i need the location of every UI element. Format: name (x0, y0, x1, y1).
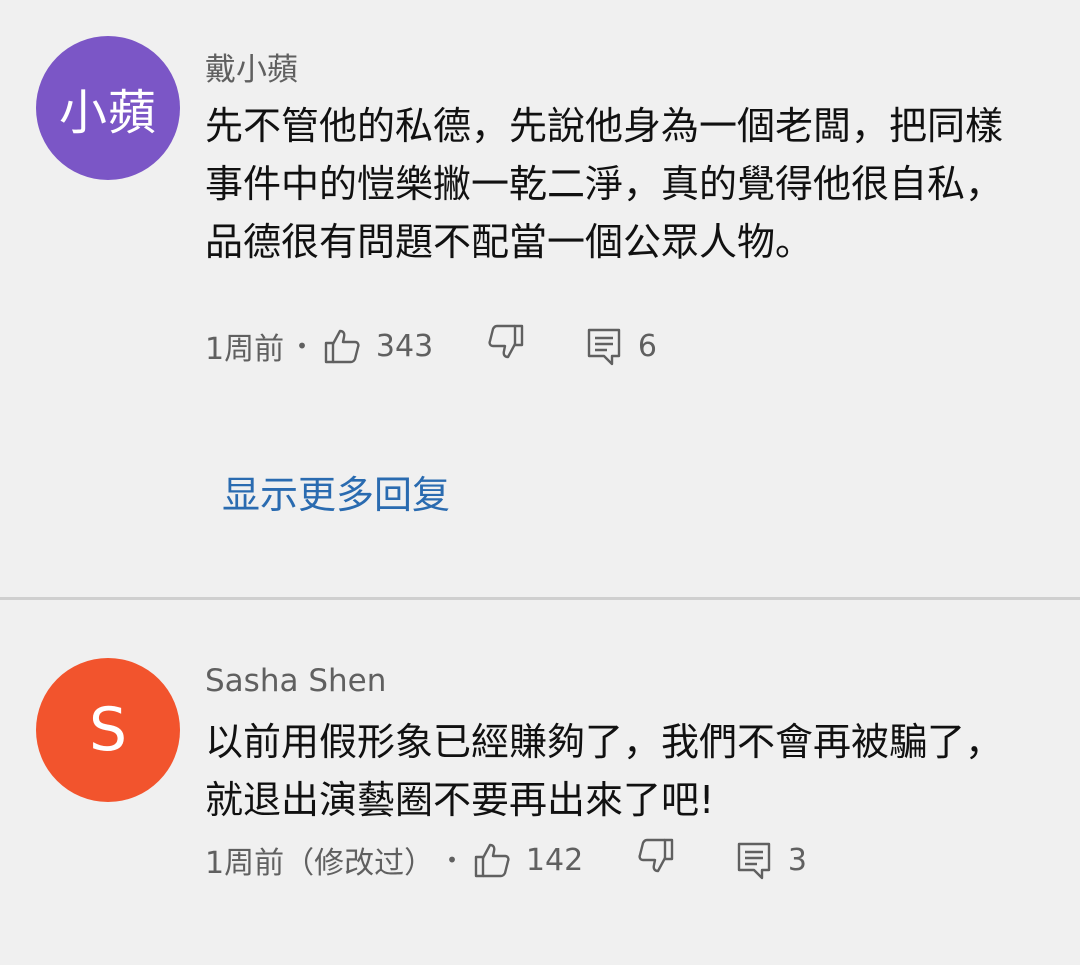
like-count: 142 (525, 842, 584, 878)
meta-separator: • (446, 848, 458, 872)
comment-text: 先不管他的私德，先說他身為一個老闆，把同樣事件中的愷樂撇一乾二淨，真的覺得他很自… (205, 104, 1004, 264)
avatar-text: S (88, 695, 128, 765)
comment-timestamp: 1周前（修改过） (205, 846, 435, 881)
dislike-button[interactable] (636, 836, 734, 884)
thumbs-up-icon[interactable] (322, 326, 362, 366)
thumbs-up-icon[interactable] (472, 840, 512, 880)
reply-count: 3 (787, 842, 807, 878)
show-more-replies-button[interactable]: 显示更多回复 (222, 464, 450, 519)
like-count: 343 (375, 328, 434, 364)
thumbs-down-icon (636, 836, 676, 876)
comment-timestamp: 1周前 (205, 332, 285, 367)
comment-icon[interactable] (584, 326, 624, 366)
comment-author[interactable]: Sasha Shen (205, 663, 386, 699)
comment-actions: 1周前 • 343 6 (205, 322, 657, 370)
comment-icon[interactable] (734, 840, 774, 880)
thumbs-down-icon (486, 322, 526, 362)
comment-item: 小蘋 戴小蘋 先不管他的私德，先說他身為一個老闆，把同樣事件中的愷樂撇一乾二淨，… (0, 0, 1080, 598)
meta-separator: • (296, 334, 308, 358)
comment-text: 以前用假形象已經賺夠了，我們不會再被騙了，就退出演藝圈不要再出來了吧! (205, 720, 1004, 822)
dislike-button[interactable] (486, 322, 584, 370)
comment-author[interactable]: 戴小蘋 (205, 44, 298, 89)
comment-item: S Sasha Shen 以前用假形象已經賺夠了，我們不會再被騙了，就退出演藝圈… (0, 600, 1080, 965)
comments-page: 小蘋 戴小蘋 先不管他的私德，先說他身為一個老闆，把同樣事件中的愷樂撇一乾二淨，… (0, 0, 1080, 965)
reply-count: 6 (637, 328, 657, 364)
avatar[interactable]: S (36, 658, 180, 802)
avatar[interactable]: 小蘋 (36, 36, 180, 180)
avatar-text: 小蘋 (58, 85, 157, 141)
comment-actions: 1周前（修改过） • 142 3 (205, 836, 807, 884)
